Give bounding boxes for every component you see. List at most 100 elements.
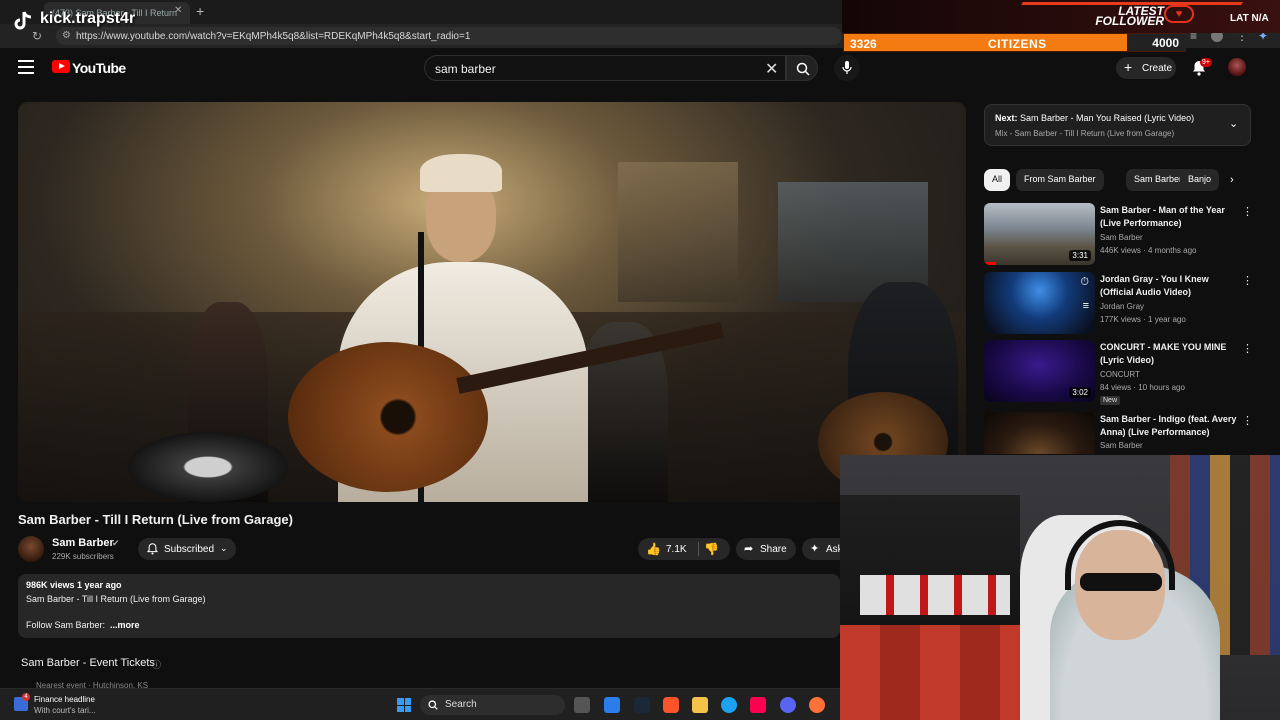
subscribed-button[interactable]: Subscribed ⌄	[138, 538, 236, 560]
news-subtitle: With court's tari...	[34, 706, 96, 715]
more-options-icon[interactable]: ⋮	[1242, 205, 1253, 218]
tiktok-logo-icon	[14, 11, 32, 30]
streamer-webcam	[840, 455, 1280, 720]
recommendation-channel[interactable]: Sam Barber	[1100, 441, 1143, 450]
more-options-icon[interactable]: ⋮	[1242, 414, 1253, 427]
video-thumbnail[interactable]	[984, 412, 1095, 454]
recommendation-meta: 84 views · 10 hours ago	[1100, 383, 1185, 392]
chevron-right-icon[interactable]: ›	[1230, 174, 1234, 186]
video-thumbnail[interactable]: 3:02	[984, 340, 1095, 402]
windows-taskbar: 4 Finance headline With court's tari... …	[0, 688, 840, 720]
subscribed-label: Subscribed	[164, 544, 215, 555]
chip-from-sam-barber[interactable]: From Sam Barber	[1016, 169, 1104, 191]
site-info-icon[interactable]: ⚙	[62, 30, 71, 41]
info-icon[interactable]: ⓘ	[152, 658, 161, 671]
recommendation-title[interactable]: Sam Barber - Man of the Year (Live Perfo…	[1100, 204, 1240, 230]
search-input[interactable]: sam barber ✕	[424, 55, 786, 81]
news-title[interactable]: Finance headline	[34, 695, 95, 704]
watch-later-icon[interactable]: ⏱	[1080, 276, 1089, 289]
recommendation-channel[interactable]: Sam Barber	[1100, 233, 1143, 242]
description-more-link[interactable]: ...more	[110, 620, 140, 630]
windows-start-icon[interactable]	[397, 698, 411, 712]
search-icon	[428, 700, 438, 710]
video-thumbnail[interactable]: 3:31	[984, 203, 1095, 265]
notifications-badge: 9+	[1200, 58, 1212, 67]
create-button[interactable]: + Create	[1116, 57, 1176, 79]
share-icon: ➦	[744, 543, 754, 555]
search-icon	[796, 62, 810, 76]
account-avatar[interactable]	[1228, 58, 1246, 76]
video-duration: 3:02	[1069, 387, 1091, 398]
recommendation-title[interactable]: Sam Barber - Indigo (feat. Avery Anna) (…	[1100, 413, 1240, 439]
like-dislike-group: 👍 7.1K 👎	[638, 538, 730, 560]
description-follow: Follow Sam Barber:	[26, 620, 106, 630]
discord-icon[interactable]	[780, 697, 796, 713]
new-tab-icon[interactable]: +	[196, 3, 204, 19]
webcam-sneakers	[860, 575, 1010, 615]
up-next-sub: Mix - Sam Barber - Till I Return (Live f…	[995, 129, 1175, 138]
create-label: Create	[1142, 63, 1173, 74]
like-button[interactable]: 👍	[646, 542, 661, 556]
file-explorer-icon[interactable]	[604, 697, 620, 713]
search-value: sam barber	[435, 62, 496, 76]
url-field[interactable]: ⚙ https://www.youtube.com/watch?v=EKqMPh…	[56, 27, 842, 45]
recommendation-title[interactable]: Jordan Gray - You I Knew (Official Audio…	[1100, 273, 1240, 299]
video-title: Sam Barber - Till I Return (Live from Ga…	[18, 512, 293, 527]
more-options-icon[interactable]: ⋮	[1242, 274, 1253, 287]
up-next-box[interactable]: Next: Sam Barber - Man You Raised (Lyric…	[984, 104, 1251, 146]
plus-icon: +	[1124, 59, 1133, 75]
recommendation-channel[interactable]: Jordan Gray	[1100, 302, 1144, 311]
task-view-icon[interactable]	[574, 697, 590, 713]
youtube-header: YouTube sam barber ✕ + Create 9+	[0, 48, 1268, 88]
dislike-button[interactable]: 👎	[704, 542, 719, 556]
voice-search-button[interactable]	[834, 55, 860, 81]
add-to-queue-icon[interactable]: ≡	[1083, 300, 1089, 312]
video-window-light	[618, 162, 738, 302]
folder-icon[interactable]	[692, 697, 708, 713]
views-and-date: 986K views 1 year ago	[26, 580, 122, 590]
firefox-icon[interactable]	[809, 697, 825, 713]
description-line: Sam Barber - Till I Return (Live from Ga…	[26, 594, 206, 604]
share-label: Share	[760, 544, 787, 555]
up-next-video: Sam Barber - Man You Raised (Lyric Video…	[1020, 113, 1195, 123]
recommendation-item[interactable]: ⏱ ≡ Jordan Gray - You I Knew (Official A…	[984, 272, 1264, 338]
latest-follower-banner: LATEST FOLLOWER ♥ LAT N/A	[842, 0, 1280, 33]
video-thumbnail[interactable]: ⏱ ≡	[984, 272, 1095, 334]
recommendation-item[interactable]: Sam Barber - Indigo (feat. Avery Anna) (…	[984, 412, 1264, 454]
steam-icon[interactable]	[634, 697, 650, 713]
hamburger-menu-icon[interactable]	[18, 60, 34, 74]
clear-search-icon[interactable]: ✕	[765, 59, 778, 79]
youtube-logo-icon[interactable]	[52, 60, 70, 73]
recommendation-item[interactable]: 3:02 CONCURT - MAKE YOU MINE (Lyric Vide…	[984, 340, 1264, 406]
video-duration: 3:31	[1069, 250, 1091, 261]
heart-icon: ♥	[1164, 5, 1194, 23]
description-box[interactable]: 986K views 1 year ago Sam Barber - Till …	[18, 574, 840, 638]
more-options-icon[interactable]: ⋮	[1242, 342, 1253, 355]
video-player[interactable]	[18, 102, 966, 502]
brave-icon[interactable]	[663, 697, 679, 713]
recommendation-channel[interactable]: CONCURT	[1100, 370, 1140, 379]
recommendation-item[interactable]: 3:31 Sam Barber - Man of the Year (Live …	[984, 203, 1264, 269]
chevron-down-icon: ⌄	[220, 543, 228, 553]
webcam-shoe-boxes	[840, 625, 1020, 720]
share-button[interactable]: ➦ Share	[736, 538, 796, 560]
youtube-wordmark[interactable]: YouTube	[72, 60, 126, 76]
chip-banjo[interactable]: Banjo	[1180, 169, 1220, 191]
search-button[interactable]	[786, 55, 818, 81]
chrome-icon[interactable]	[721, 697, 737, 713]
chip-all[interactable]: All	[984, 169, 1011, 191]
channel-name[interactable]: Sam Barber	[52, 537, 114, 549]
recommendation-title[interactable]: CONCURT - MAKE YOU MINE (Lyric Video)	[1100, 341, 1240, 367]
bell-icon	[147, 543, 158, 555]
like-divider	[698, 542, 699, 556]
follower-name: LAT N/A	[1230, 13, 1269, 24]
taskbar-search[interactable]: Search	[420, 695, 565, 715]
tiktok-icon[interactable]	[750, 697, 766, 713]
new-badge: New	[1100, 396, 1121, 405]
event-tickets-title: Sam Barber - Event Tickets	[21, 657, 155, 669]
recommendation-meta: 177K views · 1 year ago	[1100, 315, 1186, 324]
channel-avatar[interactable]	[18, 536, 44, 562]
chevron-down-icon[interactable]: ⌄	[1229, 117, 1238, 130]
filter-chips: All From Sam Barber Sam Barber Banjo	[984, 169, 1254, 191]
tab-close-icon[interactable]: ✕	[174, 5, 182, 16]
